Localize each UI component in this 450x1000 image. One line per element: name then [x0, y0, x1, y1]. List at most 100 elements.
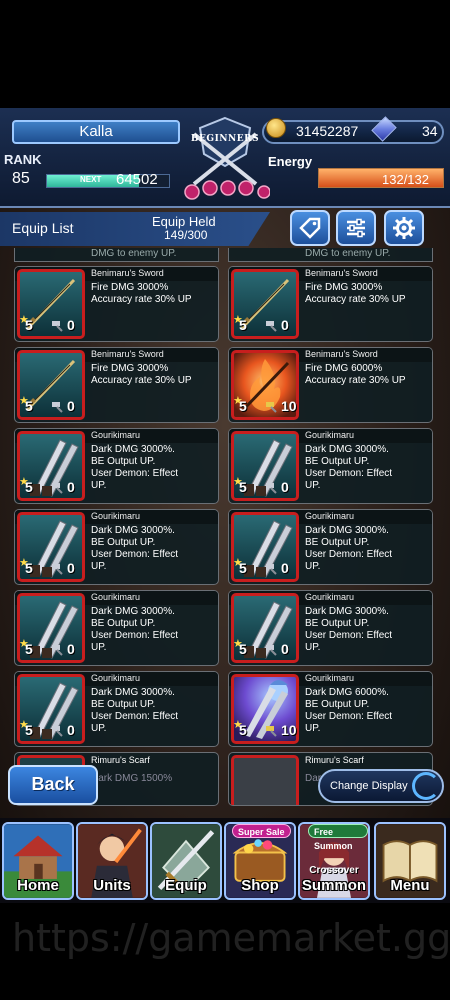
card-desc-line: User Demon: Effect [91, 711, 179, 722]
gem-value: 34 [422, 123, 438, 139]
card-desc-line: User Demon: Effect [91, 630, 179, 641]
card-desc: Fire DMG 3000% Accuracy rate 30% UP [91, 363, 192, 387]
card-desc-line: BE Output UP. [305, 618, 370, 629]
hammer-icon [265, 562, 279, 575]
card-level: 5 [25, 317, 33, 333]
equip-card[interactable]: ★ 5 0 Gourikimaru Dark DMG 3000%. BE Output U… [14, 428, 219, 504]
change-display-button[interactable]: Change Display [318, 769, 444, 803]
equip-held-label: Equip Held [152, 214, 216, 229]
rank-value: 85 [12, 170, 30, 187]
card-desc-line: User Demon: Effect [305, 711, 393, 722]
card-count: 0 [67, 317, 75, 333]
settings-button[interactable] [384, 210, 424, 246]
hammer-icon [265, 319, 279, 332]
equip-card[interactable]: ★ 5 0 Gourikimaru Dark DMG 3000%. BE Output U… [14, 509, 219, 585]
nav-summon[interactable]: Free Summon Crossover Summon [298, 822, 370, 900]
coin-icon [266, 118, 286, 138]
nav-equip[interactable]: Equip [150, 822, 222, 900]
partial-card-top-left[interactable]: DMG to enemy UP. [14, 248, 219, 262]
card-desc-line: User Demon: Effect [305, 468, 393, 479]
equip-card[interactable]: ★ 5 0 Gourikimaru Dark DMG 3000%. BE Output U… [228, 428, 433, 504]
card-count: 0 [281, 560, 289, 576]
nav-menu[interactable]: Menu [374, 822, 446, 900]
card-name: Gourikimaru [91, 592, 141, 602]
card-count: 0 [67, 641, 75, 657]
filter-button[interactable] [336, 210, 376, 246]
free-summon-badge: Free Summon [308, 824, 368, 851]
hammer-icon [265, 400, 279, 413]
card-desc-line: Accuracy rate 30% UP [305, 375, 406, 386]
card-name: Gourikimaru [91, 430, 141, 440]
hammer-icon [51, 724, 65, 737]
rank-label: RANK [4, 152, 42, 167]
card-level: 5 [25, 398, 33, 414]
card-name: Rimuru's Scarf [91, 755, 150, 765]
card-desc: Dark DMG 3000%. BE Output UP. User Demon: … [91, 687, 178, 735]
card-name: Benimaru's Sword [91, 349, 164, 359]
card-level: 5 [25, 560, 33, 576]
partial-card-desc: DMG to enemy UP. [91, 248, 177, 259]
nav-label: Shop [241, 877, 279, 894]
card-desc: Fire DMG 6000% Accuracy rate 30% UP [305, 363, 406, 387]
card-count: 0 [67, 722, 75, 738]
card-desc-line: BE Output UP. [305, 537, 370, 548]
card-desc-line: Fire DMG 6000% [305, 363, 383, 374]
card-name: Gourikimaru [305, 430, 355, 440]
card-desc-line: Dark DMG 6000%. [305, 687, 389, 698]
card-desc: Dark DMG 3000%. BE Output UP. User Demon: … [305, 525, 392, 573]
partial-card-top-right[interactable]: DMG to enemy UP. [228, 248, 433, 262]
equip-card[interactable]: ★ 5 0 Benimaru's Sword Fire DMG 3000% Accurac… [14, 347, 219, 423]
card-desc-line: Accuracy rate 30% UP [305, 294, 406, 305]
card-desc: Dark DMG 3000%. BE Output UP. User Demon: … [305, 444, 392, 492]
card-count: 10 [281, 398, 297, 414]
card-desc-line: Dark DMG 3000%. [91, 444, 175, 455]
nav-label: Units [93, 877, 131, 894]
game-screen: Kalla RANK 85 NEXT 64502 BEGINNERS 31452… [0, 108, 450, 903]
nav-home[interactable]: Home [2, 822, 74, 900]
card-desc-line: User Demon: Effect [91, 468, 179, 479]
card-count: 0 [67, 398, 75, 414]
nav-shop[interactable]: Super Sale Shop [224, 822, 296, 900]
player-name[interactable]: Kalla [12, 120, 180, 144]
tag-button[interactable] [290, 210, 330, 246]
crossover-label: Crossover [309, 865, 359, 876]
change-display-label: Change Display [330, 780, 408, 792]
card-desc-line: Fire DMG 3000% [91, 282, 169, 293]
equip-card[interactable]: ★ 5 0 Benimaru's Sword Fire DMG 3000% Accurac… [228, 266, 433, 342]
card-count: 10 [281, 722, 297, 738]
card-name: Gourikimaru [91, 511, 141, 521]
card-desc: Dark DMG 1500% [91, 773, 173, 784]
hammer-icon [265, 724, 279, 737]
card-level: 5 [25, 722, 33, 738]
card-desc-line: BE Output UP. [305, 456, 370, 467]
gear-icon [393, 217, 415, 239]
bottom-nav: Home Units Equip Super Sale Shop Free Su… [0, 818, 450, 903]
card-level: 5 [239, 398, 247, 414]
card-desc-line: UP. [91, 723, 107, 734]
beginners-emblem[interactable]: BEGINNERS [180, 114, 271, 206]
energy-value: 132/132 [382, 172, 429, 187]
equip-held-value: 149/300 [164, 228, 208, 242]
card-desc-line: Fire DMG 3000% [305, 282, 383, 293]
refresh-icon [412, 772, 440, 800]
card-desc-line: Dark DMG 3000%. [305, 606, 389, 617]
equip-card[interactable]: ★ 5 0 Benimaru's Sword Fire DMG 3000% Accurac… [14, 266, 219, 342]
card-name: Gourikimaru [91, 673, 141, 683]
filter-icon [347, 218, 365, 238]
card-desc-line: Accuracy rate 30% UP [91, 375, 192, 386]
equip-card[interactable]: ★ 5 10 Benimaru's Sword Fire DMG 6000% Accura… [228, 347, 433, 423]
equip-card[interactable]: ★ 5 0 Gourikimaru Dark DMG 3000%. BE Output U… [228, 590, 433, 666]
card-desc: Dark DMG 3000%. BE Output UP. User Demon: … [91, 525, 178, 573]
card-desc-line: BE Output UP. [91, 699, 156, 710]
equip-card[interactable]: ★ 5 10 Gourikimaru Dark DMG 6000%. BE Output … [228, 671, 433, 747]
equip-card[interactable]: ★ 5 0 Gourikimaru Dark DMG 3000%. BE Output U… [228, 509, 433, 585]
card-desc-line: Dark DMG 3000%. [305, 444, 389, 455]
card-name: Gourikimaru [305, 592, 355, 602]
back-button[interactable]: Back [8, 765, 98, 805]
card-name: Gourikimaru [305, 511, 355, 521]
nav-units[interactable]: Units [76, 822, 148, 900]
equip-card[interactable]: ★ 5 0 Gourikimaru Dark DMG 3000%. BE Output U… [14, 590, 219, 666]
tag-icon [299, 217, 321, 239]
equip-card[interactable]: ★ 5 0 Gourikimaru Dark DMG 3000%. BE Output U… [14, 671, 219, 747]
equip-list-title: Equip List [12, 220, 74, 236]
